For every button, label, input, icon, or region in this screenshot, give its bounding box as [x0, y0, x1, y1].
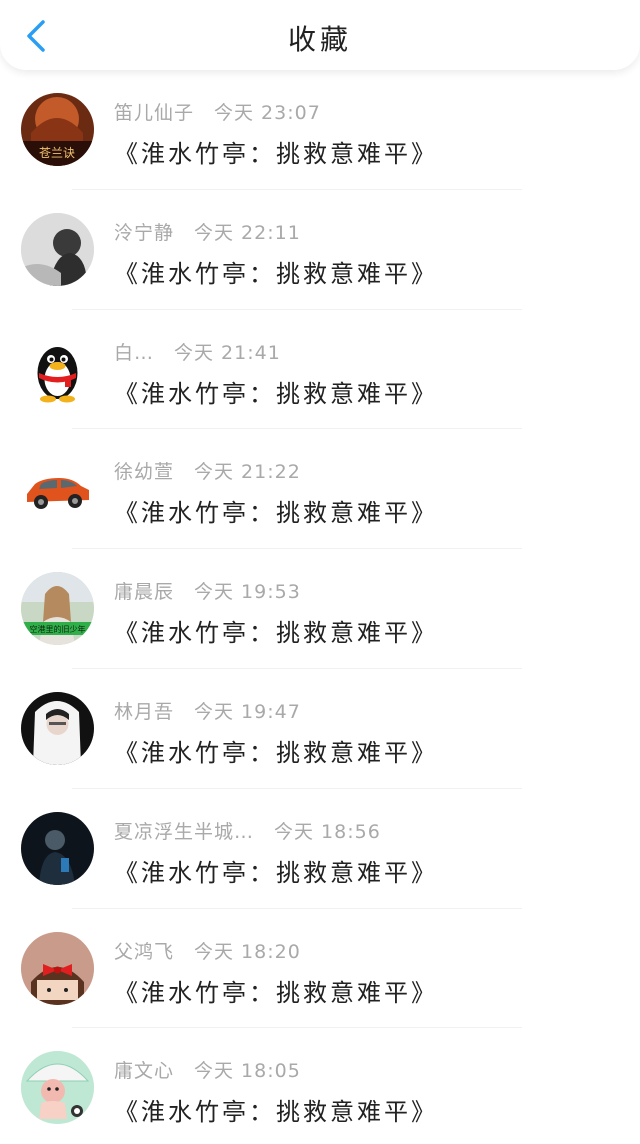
username: 夏凉浮生半城…: [114, 820, 255, 843]
timestamp: 今天 18:05: [194, 1060, 301, 1083]
avatar-caption: 空港里的旧少年: [30, 624, 86, 634]
username: 白…: [114, 341, 155, 364]
timestamp: 今天 18:56: [274, 820, 381, 843]
list-item[interactable]: 白… 今天 21:41 《淮水竹亭：挑救意难平》: [0, 310, 640, 430]
page-title: 收藏: [287, 23, 352, 56]
timestamp: 今天 22:11: [194, 221, 301, 244]
item-meta: 父鸿飞 今天 18:20: [114, 937, 301, 964]
item-meta: 白… 今天 21:41: [114, 338, 281, 365]
list-item[interactable]: 空港里的旧少年 庸晨辰 今天 19:53 《淮水竹亭：挑救意难平》: [0, 549, 640, 669]
timestamp: 今天 23:07: [214, 102, 321, 124]
username: 徐幼萱: [114, 461, 175, 484]
item-meta: 庸晨辰 今天 19:53: [114, 577, 301, 604]
game-poster-avatar[interactable]: 苍兰诀: [21, 93, 94, 166]
list-item[interactable]: 泠宁静 今天 22:11 《淮水竹亭：挑救意难平》: [0, 190, 640, 310]
dark-figure-avatar[interactable]: [21, 811, 94, 885]
item-meta: 笛儿仙子 今天 23:07: [114, 98, 321, 125]
item-meta: 徐幼萱 今天 21:22: [114, 457, 301, 484]
list-item[interactable]: 苍兰诀 笛儿仙子 今天 23:07 《淮水竹亭：挑救意难平》: [0, 70, 640, 190]
item-meta: 庸文心 今天 18:05: [114, 1056, 301, 1083]
favorite-title-link[interactable]: 《淮水竹亭：挑救意难平》: [114, 613, 438, 648]
favorite-title-link[interactable]: 《淮水竹亭：挑救意难平》: [114, 733, 438, 768]
favorite-title-link[interactable]: 《淮水竹亭：挑救意难平》: [114, 493, 438, 528]
timestamp: 今天 19:47: [194, 700, 301, 723]
favorite-title-link[interactable]: 《淮水竹亭：挑救意难平》: [114, 134, 438, 169]
favorite-title-link[interactable]: 《淮水竹亭：挑救意难平》: [114, 973, 438, 1008]
timestamp: 今天 21:22: [194, 461, 301, 484]
girl-field-avatar[interactable]: 空港里的旧少年: [21, 572, 94, 646]
favorites-page: 收藏 苍兰诀 笛儿仙子 今天 23:07 《淮水竹亭：挑救意难平》 泠宁静 今天…: [0, 0, 640, 1144]
username: 林月吾: [114, 700, 175, 723]
username: 庸文心: [114, 1060, 175, 1083]
username: 父鸿飞: [114, 940, 175, 963]
timestamp: 今天 21:41: [174, 341, 281, 364]
penguin-avatar[interactable]: [21, 332, 94, 406]
svg-text:苍兰诀: 苍兰诀: [39, 146, 75, 160]
favorite-title-link[interactable]: 《淮水竹亭：挑救意难平》: [114, 853, 438, 888]
grayscale-girl-avatar[interactable]: [21, 212, 94, 286]
cartoon-bow-avatar[interactable]: [21, 931, 94, 1005]
timestamp: 今天 19:53: [194, 581, 301, 604]
item-meta: 夏凉浮生半城… 今天 18:56: [114, 817, 381, 844]
cartoon-umbrella-avatar[interactable]: [21, 1051, 94, 1125]
item-meta: 林月吾 今天 19:47: [114, 697, 301, 724]
favorite-title-link[interactable]: 《淮水竹亭：挑救意难平》: [114, 374, 438, 409]
list-item[interactable]: 徐幼萱 今天 21:22 《淮水竹亭：挑救意难平》: [0, 429, 640, 550]
item-meta: 泠宁静 今天 22:11: [114, 218, 301, 245]
favorite-title-link[interactable]: 《淮水竹亭：挑救意难平》: [114, 1092, 438, 1127]
favorites-list: 苍兰诀 笛儿仙子 今天 23:07 《淮水竹亭：挑救意难平》 泠宁静 今天 22:1…: [0, 70, 640, 1144]
list-item[interactable]: 夏凉浮生半城… 今天 18:56 《淮水竹亭：挑救意难平》: [0, 789, 640, 909]
list-item[interactable]: 父鸿飞 今天 18:20 《淮水竹亭：挑救意难平》: [0, 909, 640, 1029]
veiled-figure-avatar[interactable]: [21, 691, 94, 765]
list-item[interactable]: 庸文心 今天 18:05 《淮水竹亭：挑救意难平》: [0, 1028, 640, 1144]
username: 泠宁静: [114, 221, 175, 244]
orange-car-avatar[interactable]: [21, 452, 94, 526]
username: 庸晨辰: [114, 581, 175, 604]
username: 笛儿仙子: [114, 102, 195, 124]
list-item[interactable]: 林月吾 今天 19:47 《淮水竹亭：挑救意难平》: [0, 669, 640, 789]
header-bar: 收藏: [0, 0, 640, 70]
favorite-title-link[interactable]: 《淮水竹亭：挑救意难平》: [114, 254, 438, 289]
timestamp: 今天 18:20: [194, 940, 301, 963]
